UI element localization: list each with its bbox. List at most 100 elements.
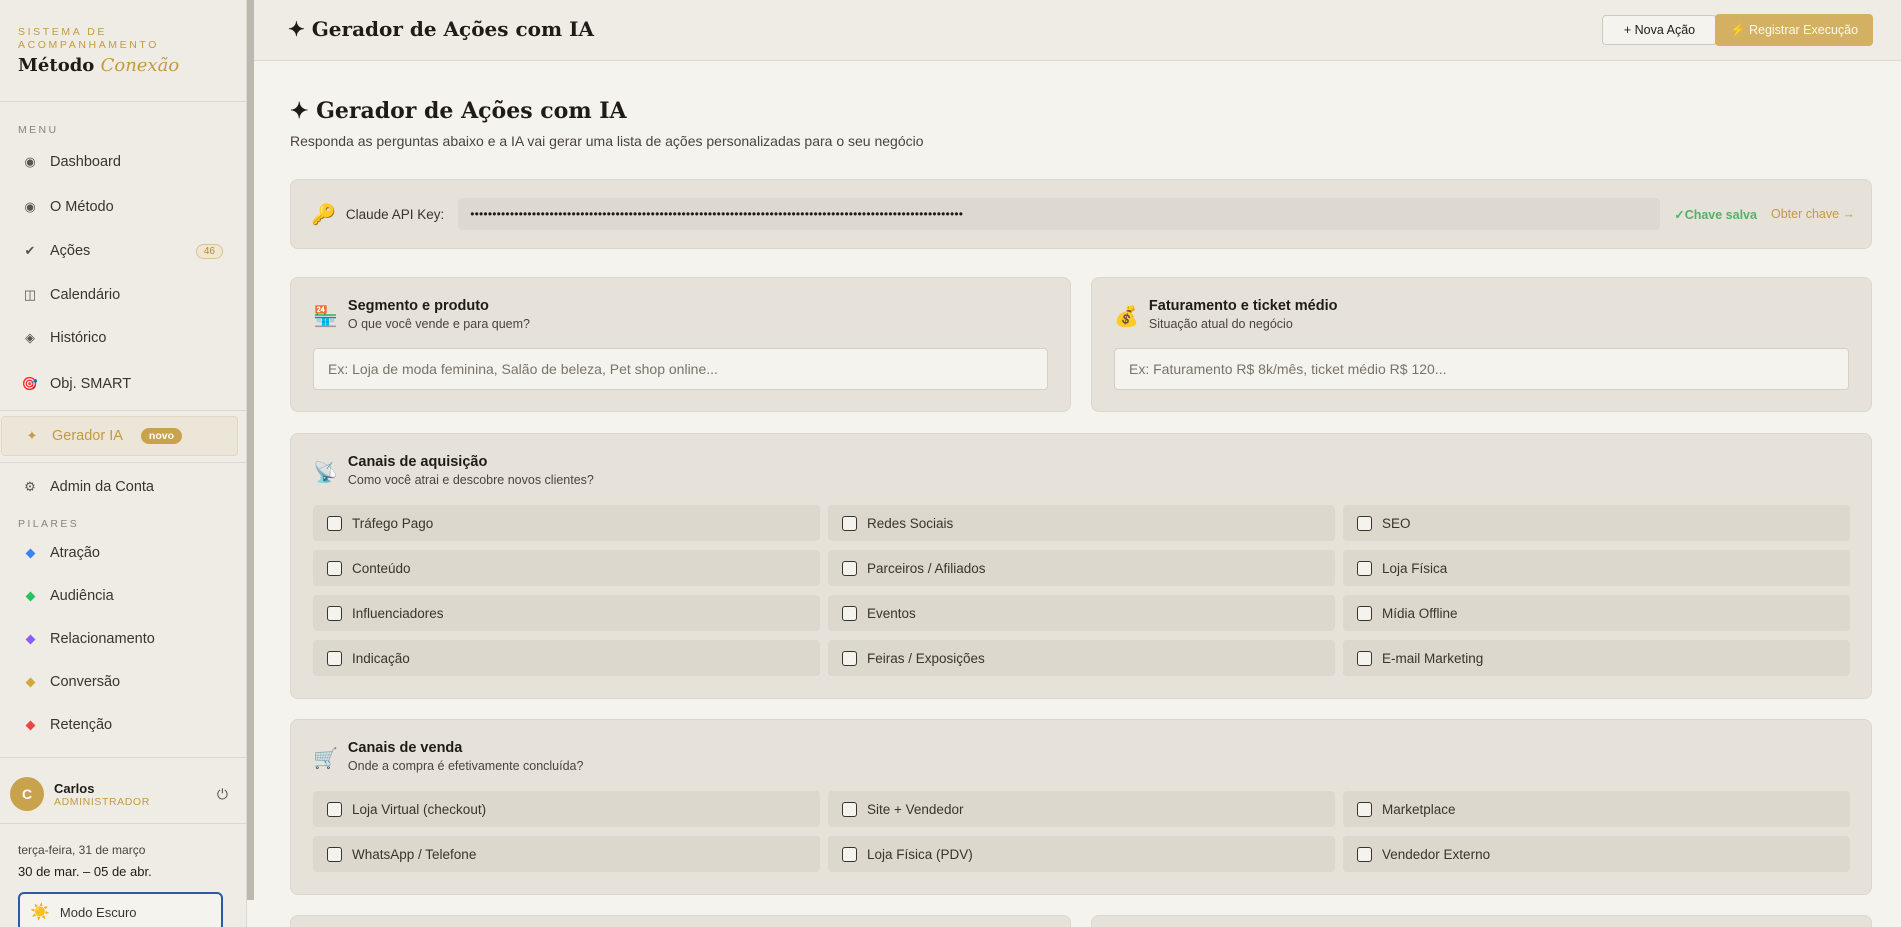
user-profile: C Carlos ADMINISTRADOR ⏻: [10, 775, 240, 813]
get-key-link[interactable]: Obter chave →: [1771, 207, 1855, 221]
sidebar-item-atracao[interactable]: Atração: [0, 533, 247, 573]
brand-title: Método Conexão: [18, 55, 228, 76]
diamond-icon: [22, 548, 38, 558]
sidebar-item-calendario[interactable]: ◫ Calendário: [0, 275, 247, 315]
segment-title: Segmento e produto: [347, 298, 489, 314]
sidebar-item-gerador-ia[interactable]: ✦ Gerador IA novo: [1, 416, 238, 456]
brand-name-accent: Conexão: [100, 55, 180, 76]
checkbox-option[interactable]: Parceiros / Afiliados: [828, 550, 1335, 586]
checkbox-option[interactable]: Eventos: [828, 595, 1335, 631]
checkbox-option[interactable]: Influenciadores: [313, 595, 820, 631]
sidebar-item-relacionamento[interactable]: Relacionamento: [0, 619, 247, 659]
sidebar-item-admin[interactable]: ⚙ Admin da Conta: [0, 467, 247, 507]
pillars-section-label: PILARES: [18, 518, 80, 530]
sidebar: SISTEMA DE ACOMPANHAMENTO Método Conexão…: [0, 0, 247, 927]
sidebar-item-acoes[interactable]: ✔ Ações 46: [0, 231, 247, 271]
checkbox-icon[interactable]: [1357, 560, 1372, 576]
checkbox-option[interactable]: Redes Sociais: [828, 505, 1335, 541]
checkbox-label: Marketplace: [1382, 801, 1456, 817]
sidebar-item-dashboard[interactable]: ◉ Dashboard: [0, 142, 247, 182]
checkbox-icon[interactable]: [327, 801, 342, 817]
sidebar-item-audiencia[interactable]: Audiência: [0, 576, 247, 616]
sidebar-divider: [0, 410, 247, 411]
checkbox-icon[interactable]: [1357, 515, 1372, 531]
checkbox-icon[interactable]: [842, 560, 857, 576]
brand: SISTEMA DE ACOMPANHAMENTO Método Conexão: [0, 0, 246, 102]
checkbox-icon[interactable]: [327, 515, 342, 531]
checkbox-icon[interactable]: [327, 605, 342, 621]
checkbox-icon[interactable]: [842, 650, 857, 666]
store-icon: 🏪: [313, 306, 338, 328]
sales-title: Canais de venda: [347, 740, 463, 756]
checkbox-icon[interactable]: [327, 846, 342, 862]
checkbox-option[interactable]: E-mail Marketing: [1343, 640, 1850, 676]
register-execution-button[interactable]: ⚡ Registrar Execução: [1715, 14, 1873, 46]
checkbox-label: Redes Sociais: [867, 515, 954, 531]
checkbox-option[interactable]: Loja Virtual (checkout): [313, 791, 820, 827]
checkbox-option[interactable]: Loja Física: [1343, 550, 1850, 586]
checkbox-icon[interactable]: [1357, 846, 1372, 862]
checkbox-icon[interactable]: [842, 515, 857, 531]
checkbox-option[interactable]: WhatsApp / Telefone: [313, 836, 820, 872]
page-subtitle: Responda as perguntas abaixo e a IA vai …: [290, 133, 924, 149]
segment-input[interactable]: Ex: Loja de moda feminina, Salão de bele…: [313, 348, 1048, 390]
sidebar-item-conversao[interactable]: Conversão: [0, 662, 247, 702]
checkbox-label: E-mail Marketing: [1382, 650, 1484, 666]
checkbox-icon[interactable]: [1357, 801, 1372, 817]
sidebar-item-retencao[interactable]: Retenção: [0, 705, 247, 745]
brand-subtitle: SISTEMA DE ACOMPANHAMENTO: [18, 26, 160, 51]
checkbox-icon[interactable]: [327, 650, 342, 666]
checkbox-option[interactable]: Mídia Offline: [1343, 595, 1850, 631]
checkbox-option[interactable]: Feiras / Exposições: [828, 640, 1335, 676]
sidebar-scrollbar[interactable]: [247, 0, 254, 900]
dark-mode-toggle[interactable]: ☀️ Modo Escuro: [18, 892, 223, 927]
segment-card: 🏪 Segmento e produto O que você vende e …: [290, 277, 1071, 412]
new-action-button[interactable]: + Nova Ação: [1602, 15, 1717, 45]
checkbox-option[interactable]: Tráfego Pago: [313, 505, 820, 541]
checkbox-option[interactable]: Conteúdo: [313, 550, 820, 586]
check-icon: ✔: [24, 243, 36, 258]
history-icon: ◈: [25, 330, 35, 345]
checkbox-icon[interactable]: [842, 846, 857, 862]
checkbox-icon[interactable]: [1357, 605, 1372, 621]
calendar-icon: ◫: [23, 287, 37, 302]
checkbox-icon[interactable]: [842, 605, 857, 621]
checkbox-option[interactable]: Vendedor Externo: [1343, 836, 1850, 872]
api-key-label: Claude API Key:: [345, 206, 445, 222]
checkbox-option[interactable]: Loja Física (PDV): [828, 836, 1335, 872]
checkbox-option[interactable]: Site + Vendedor: [828, 791, 1335, 827]
sparkle-icon: ✦: [26, 428, 38, 443]
sidebar-item-label: Relacionamento: [50, 631, 155, 647]
checkbox-icon[interactable]: [842, 801, 857, 817]
checkbox-label: Mídia Offline: [1382, 605, 1458, 621]
checkbox-icon[interactable]: [327, 560, 342, 576]
brand-name: Método: [18, 55, 95, 76]
user-info: Carlos ADMINISTRADOR: [54, 781, 150, 808]
topbar: ✦ Gerador de Ações com IA + Nova Ação ⚡ …: [254, 0, 1901, 61]
sidebar-item-historico[interactable]: ◈ Histórico: [0, 318, 247, 358]
next-card-right: [1091, 915, 1872, 927]
current-date: terça-feira, 31 de março: [18, 843, 146, 857]
cart-icon: 🛒: [313, 748, 338, 770]
checkbox-label: Loja Física (PDV): [867, 846, 973, 862]
checkbox-option[interactable]: Indicação: [313, 640, 820, 676]
checkbox-icon[interactable]: [1357, 650, 1372, 666]
sidebar-divider: [0, 462, 247, 463]
checkbox-label: SEO: [1382, 515, 1411, 531]
sidebar-item-metodo[interactable]: ◉ O Método: [0, 187, 247, 227]
revenue-title: Faturamento e ticket médio: [1148, 298, 1338, 314]
key-icon: 🔑: [311, 203, 336, 226]
sidebar-item-label: Gerador IA: [52, 428, 123, 444]
checkbox-label: Conteúdo: [352, 560, 411, 576]
checkbox-option[interactable]: SEO: [1343, 505, 1850, 541]
sidebar-item-smart[interactable]: 🎯 Obj. SMART: [0, 364, 247, 404]
sidebar-item-label: Audiência: [50, 588, 114, 604]
api-key-input[interactable]: ••••••••••••••••••••••••••••••••••••••••…: [458, 198, 1661, 230]
checkbox-option[interactable]: Marketplace: [1343, 791, 1850, 827]
sidebar-item-label: Conversão: [50, 674, 121, 690]
avatar: C: [10, 777, 44, 811]
sales-header: 🛒 Canais de venda Onde a compra é efetiv…: [313, 740, 583, 773]
power-icon[interactable]: ⏻: [217, 786, 228, 803]
revenue-input[interactable]: Ex: Faturamento R$ 8k/mês, ticket médio …: [1114, 348, 1849, 390]
method-icon: ◉: [24, 199, 36, 214]
